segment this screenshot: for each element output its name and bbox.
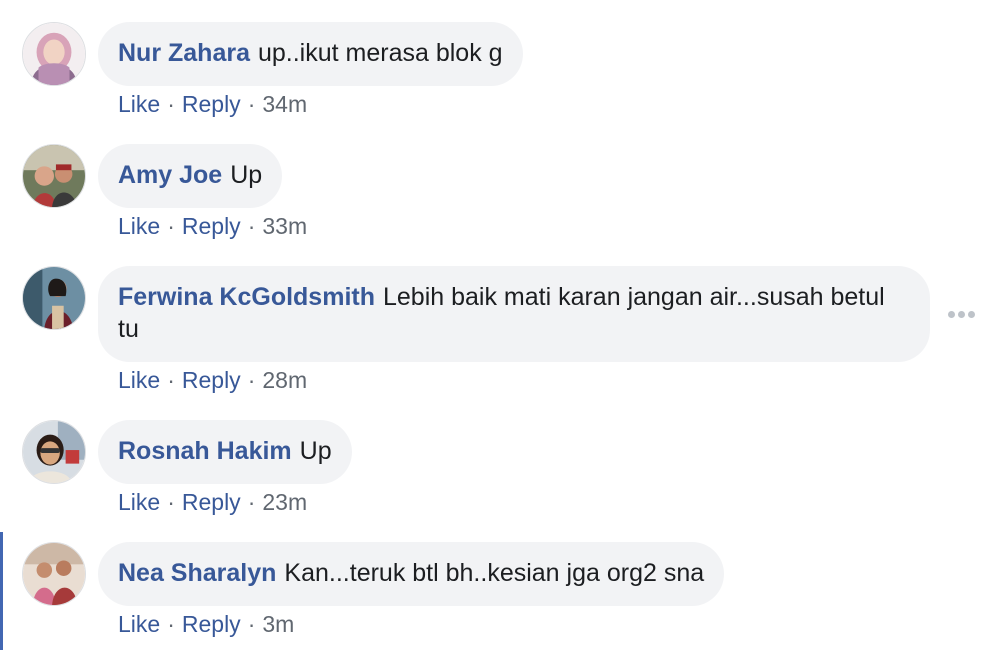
comment-actions: Like · Reply · 3m	[118, 610, 294, 638]
like-button[interactable]: Like	[118, 367, 160, 393]
comment-text: Up	[299, 437, 332, 465]
more-horizontal-icon[interactable]	[948, 305, 976, 323]
comment-author[interactable]: Amy Joe	[118, 161, 222, 189]
separator: ·	[247, 213, 256, 239]
comment-actions: Like · Reply · 23m	[118, 488, 307, 516]
comment-text: Up	[230, 161, 263, 189]
comment-author[interactable]: Nur Zahara	[118, 39, 250, 67]
comment-author[interactable]: Rosnah Hakim	[118, 437, 292, 465]
comment-bubble: Rosnah Hakim Up	[98, 420, 352, 484]
new-comment-indicator	[0, 532, 3, 650]
separator: ·	[167, 91, 175, 117]
user-photo-icon	[23, 543, 85, 605]
separator: ·	[247, 91, 256, 117]
separator: ·	[167, 213, 175, 239]
comment-text: Kan...teruk btl bh..kesian jga org2 sna	[284, 559, 705, 587]
comments-section: Nur Zahara up..ikut merasa blok g Like · Re…	[0, 0, 990, 650]
comment-actions: Like · Reply · 34m	[118, 90, 307, 118]
timestamp[interactable]: 34m	[262, 91, 307, 117]
comment-bubble: Nea Sharalyn Kan...teruk btl bh..kesian j…	[98, 542, 725, 606]
comment-actions: Like · Reply · 28m	[118, 366, 307, 394]
reply-button[interactable]: Reply	[182, 489, 241, 515]
avatar[interactable]	[22, 420, 86, 484]
reply-button[interactable]: Reply	[182, 367, 241, 393]
avatar[interactable]	[22, 22, 86, 86]
timestamp[interactable]: 23m	[262, 489, 307, 515]
separator: ·	[247, 611, 256, 637]
user-photo-icon	[23, 421, 85, 483]
like-button[interactable]: Like	[118, 91, 160, 117]
like-button[interactable]: Like	[118, 489, 160, 515]
like-button[interactable]: Like	[118, 213, 160, 239]
user-photo-icon	[23, 145, 85, 207]
comment-bubble: Nur Zahara up..ikut merasa blok g	[98, 22, 523, 86]
comment-text: up..ikut merasa blok g	[257, 39, 503, 67]
separator: ·	[167, 489, 175, 515]
avatar[interactable]	[22, 144, 86, 208]
separator: ·	[247, 489, 256, 515]
separator: ·	[167, 611, 175, 637]
user-photo-icon	[23, 267, 85, 329]
timestamp[interactable]: 3m	[262, 611, 294, 637]
separator: ·	[247, 367, 256, 393]
comment-bubble: Ferwina KcGoldsmith Lebih baik mati karan…	[98, 266, 930, 362]
reply-button[interactable]: Reply	[182, 91, 241, 117]
reply-button[interactable]: Reply	[182, 213, 241, 239]
timestamp[interactable]: 28m	[262, 367, 307, 393]
comment-author[interactable]: Nea Sharalyn	[118, 559, 276, 587]
avatar[interactable]	[22, 542, 86, 606]
reply-button[interactable]: Reply	[182, 611, 241, 637]
separator: ·	[167, 367, 175, 393]
like-button[interactable]: Like	[118, 611, 160, 637]
user-photo-icon	[23, 23, 85, 85]
comment-author[interactable]: Ferwina KcGoldsmith	[118, 283, 375, 311]
timestamp[interactable]: 33m	[262, 213, 307, 239]
comment-actions: Like · Reply · 33m	[118, 212, 307, 240]
comment-bubble: Amy Joe Up	[98, 144, 283, 208]
avatar[interactable]	[22, 266, 86, 330]
